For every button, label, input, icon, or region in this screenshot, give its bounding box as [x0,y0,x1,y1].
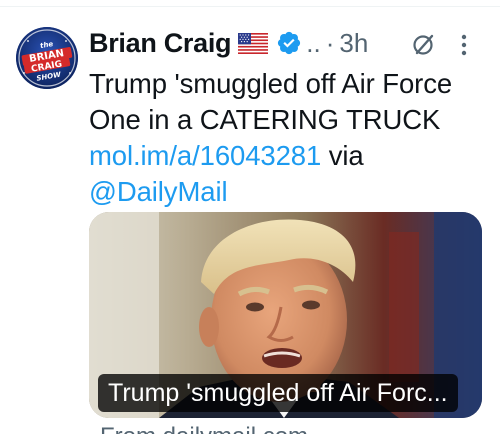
mention-link[interactable]: @DailyMail [89,176,228,207]
avatar[interactable]: the BRIAN CRAIG SHOW [16,27,78,89]
tweet-text: Trump 'smuggled off Air Force One in a C… [89,66,484,210]
divider [0,6,500,7]
tweet-text-line: Trump 'smuggled off Air Force [89,68,453,99]
tweet-header: Brian Craig .. · 3h [89,24,368,62]
link-preview-card[interactable]: Trump 'smuggled off Air Forc... [89,212,482,418]
tweet[interactable]: the BRIAN CRAIG SHOW Brian Craig .. · 3h… [0,0,500,434]
avatar-logo: the BRIAN CRAIG SHOW [16,27,78,89]
card-title: Trump 'smuggled off Air Forc... [98,374,458,412]
handle-truncated[interactable]: .. [306,28,320,59]
separator-dot: · [325,27,335,58]
more-options-icon[interactable] [460,33,468,57]
timestamp[interactable]: 3h [339,28,368,59]
us-flag-icon [238,32,269,54]
article-link[interactable]: mol.im/a/16043281 [89,140,321,171]
tweet-text-line: One in a CATERING TRUCK [89,104,441,135]
display-name[interactable]: Brian Craig [89,28,232,59]
verified-badge-icon[interactable] [276,30,302,56]
tweet-text-line: @DailyMail [89,174,484,210]
card-source[interactable]: From dailymail.com [100,423,308,434]
tweet-text-line: mol.im/a/16043281 via [89,138,484,174]
grok-icon[interactable] [411,31,437,57]
via-text: via [321,140,364,171]
